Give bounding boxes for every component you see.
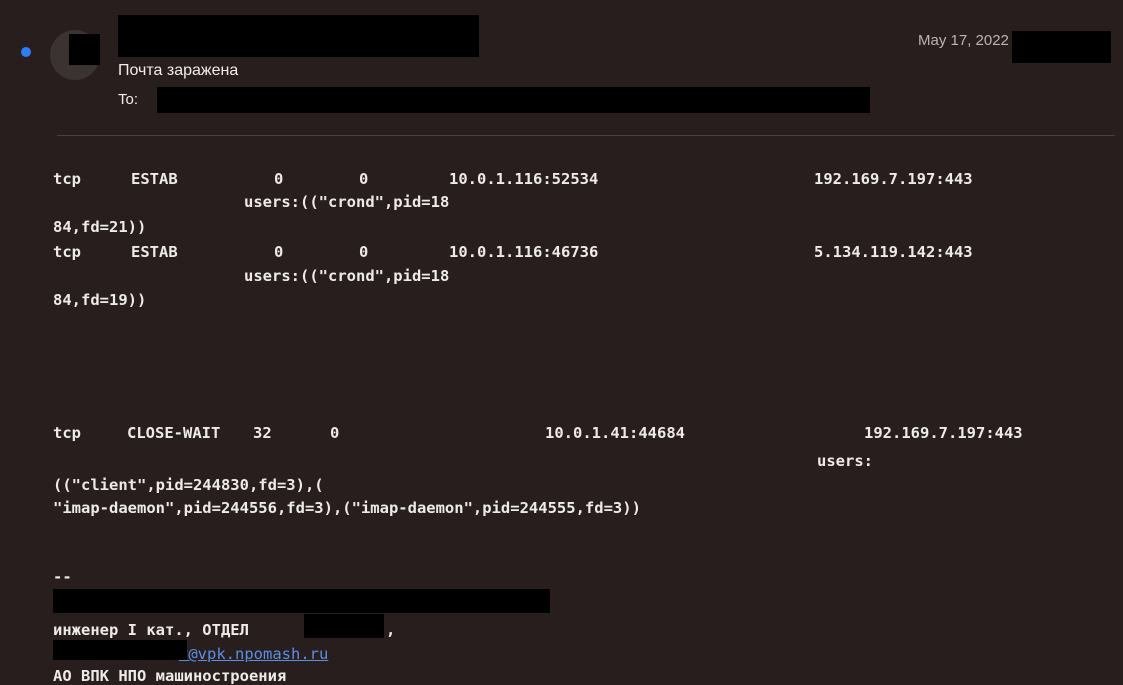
email-user-redacted — [53, 640, 187, 660]
conn2-state: ESTAB — [131, 243, 178, 261]
signature-title: инженер I кат., ОТДЕЛ — [53, 621, 249, 639]
signature-email-link[interactable]: v@vpk.npomash.ru — [179, 645, 328, 663]
conn2-users: users:(("crond",pid=18 — [244, 267, 450, 285]
conn1-users: users:(("crond",pid=18 — [244, 193, 450, 211]
conn1-local: 10.0.1.116:52534 — [449, 170, 599, 188]
conn3-peer: 192.169.7.197:443 — [864, 424, 1023, 442]
department-redacted — [304, 614, 384, 638]
conn3-users-line2: (("client",pid=244830,fd=3),( — [53, 476, 324, 494]
conn2-local: 10.0.1.116:46736 — [449, 243, 599, 261]
conn3-proto: tcp — [53, 424, 81, 442]
conn3-sendq: 0 — [330, 424, 340, 442]
conn2-recvq: 0 — [274, 243, 284, 261]
conn3-users-line3: "imap-daemon",pid=244556,fd=3),("imap-da… — [53, 499, 641, 517]
conn3-state: CLOSE-WAIT — [127, 424, 221, 442]
sender-name-redacted — [118, 15, 479, 57]
conn1-peer: 192.169.7.197:443 — [814, 170, 973, 188]
conn2-sendq: 0 — [359, 243, 369, 261]
conn3-users-label: users: — [817, 452, 873, 470]
conn3-local: 10.0.1.41:44684 — [545, 424, 685, 442]
unread-indicator — [21, 47, 31, 57]
signature-title-comma: , — [386, 621, 396, 639]
conn2-peer: 5.134.119.142:443 — [814, 243, 973, 261]
conn2-cont: 84,fd=19)) — [53, 291, 147, 309]
conn1-cont: 84,fd=21)) — [53, 218, 147, 236]
header-divider — [57, 135, 1115, 136]
email-subject: Почта заражена — [118, 62, 239, 79]
signature-org: АО ВПК НПО машиностроения — [53, 667, 287, 685]
conn1-proto: tcp — [53, 170, 81, 188]
signature-email[interactable]: v@vpk.npomash.ru — [179, 645, 328, 663]
time-redacted — [1012, 31, 1111, 63]
recipient-redacted — [157, 87, 870, 113]
conn2-proto: tcp — [53, 243, 81, 261]
conn3-recvq: 32 — [253, 424, 272, 442]
to-label: To: — [118, 91, 139, 108]
signature-separator: -- — [53, 568, 72, 586]
signature-name-redacted — [53, 589, 550, 613]
avatar-redaction — [69, 34, 100, 65]
email-date: May 17, 2022 a — [918, 32, 1022, 49]
conn1-sendq: 0 — [359, 170, 369, 188]
conn1-state: ESTAB — [131, 170, 178, 188]
conn1-recvq: 0 — [274, 170, 284, 188]
